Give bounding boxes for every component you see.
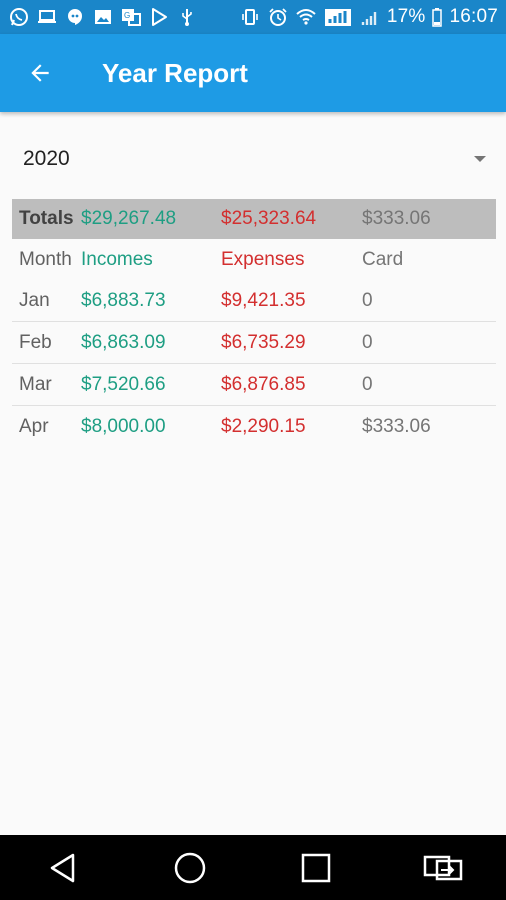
- signal-icon: [323, 6, 353, 28]
- arrow-back-icon: [31, 64, 49, 82]
- switch-app-icon: [423, 855, 462, 880]
- totals-expenses: $25,323.64: [221, 208, 317, 229]
- vibrate-icon: [239, 6, 261, 28]
- back-triangle-icon: [51, 853, 75, 882]
- hangouts-icon: [64, 6, 86, 28]
- nav-home-button[interactable]: [160, 843, 220, 893]
- play-store-icon: [148, 6, 170, 28]
- row-month: Apr: [19, 416, 49, 437]
- status-left-icons: G: [8, 6, 198, 28]
- nav-switch-button[interactable]: [413, 843, 473, 893]
- row-card: 0: [362, 289, 373, 311]
- page-title: Year Report: [102, 57, 248, 88]
- alarm-icon: [267, 6, 289, 28]
- signal-weak-icon: [359, 6, 381, 28]
- row-month: Jan: [19, 289, 50, 311]
- status-bar: G 17% 16:07: [0, 0, 506, 34]
- header-card: Card: [362, 248, 404, 270]
- battery-icon: [431, 6, 443, 28]
- header-month: Month: [19, 248, 72, 270]
- totals-row: Totals $29,267.48 $25,323.64 $333.06: [12, 199, 496, 239]
- back-button[interactable]: [20, 53, 60, 93]
- year-dropdown[interactable]: 2020: [12, 136, 496, 182]
- row-card: $333.06: [362, 416, 431, 437]
- row-incomes: $7,520.66: [81, 373, 166, 395]
- row-expenses: $9,421.35: [221, 289, 306, 311]
- row-expenses: $6,735.29: [221, 331, 306, 353]
- clock: 16:07: [449, 6, 498, 27]
- status-right-icons: 17% 16:07: [239, 6, 498, 28]
- row-month: Mar: [19, 373, 52, 395]
- battery-percent: 17%: [386, 6, 426, 27]
- whatsapp-icon: [8, 6, 30, 28]
- table-row[interactable]: Mar $7,520.66 $6,876.85 0: [12, 364, 496, 406]
- row-incomes: $6,863.09: [81, 331, 166, 353]
- row-expenses: $6,876.85: [221, 373, 306, 395]
- svg-text:G: G: [124, 11, 130, 20]
- row-card: 0: [362, 373, 373, 395]
- totals-incomes: $29,267.48: [81, 208, 177, 229]
- laptop-icon: [36, 6, 58, 28]
- row-month: Feb: [19, 331, 52, 353]
- nav-back-button[interactable]: [33, 843, 93, 893]
- year-value: 2020: [23, 147, 70, 170]
- row-expenses: $2,290.15: [221, 416, 306, 437]
- translate-icon: G: [120, 6, 142, 28]
- header-row: Month Incomes Expenses Card: [12, 239, 496, 280]
- wifi-icon: [295, 6, 317, 28]
- app-bar: Year Report: [0, 34, 506, 112]
- year-report-table: Totals $29,267.48 $25,323.64 $333.06 Mon…: [12, 199, 496, 448]
- totals-label: Totals: [19, 208, 74, 229]
- usb-icon: [176, 6, 198, 28]
- table-row[interactable]: Jan $6,883.73 $9,421.35 0: [12, 280, 496, 322]
- totals-card: $333.06: [362, 208, 431, 229]
- dropdown-arrow-icon: [474, 156, 486, 162]
- recents-square-icon: [302, 853, 331, 882]
- row-incomes: $8,000.00: [81, 416, 166, 437]
- header-expenses: Expenses: [221, 248, 305, 270]
- header-incomes: Incomes: [81, 248, 153, 270]
- table-row[interactable]: Feb $6,863.09 $6,735.29 0: [12, 322, 496, 364]
- table-row[interactable]: Apr $8,000.00 $2,290.15 $333.06: [12, 406, 496, 448]
- home-circle-icon: [174, 852, 205, 883]
- image-icon: [92, 6, 114, 28]
- row-incomes: $6,883.73: [81, 289, 166, 311]
- screen: G 17% 16:07 Year Report 2020 Totals $29,…: [0, 0, 506, 900]
- row-card: 0: [362, 331, 373, 353]
- system-nav-bar: [0, 835, 506, 900]
- nav-recents-button[interactable]: [286, 843, 346, 893]
